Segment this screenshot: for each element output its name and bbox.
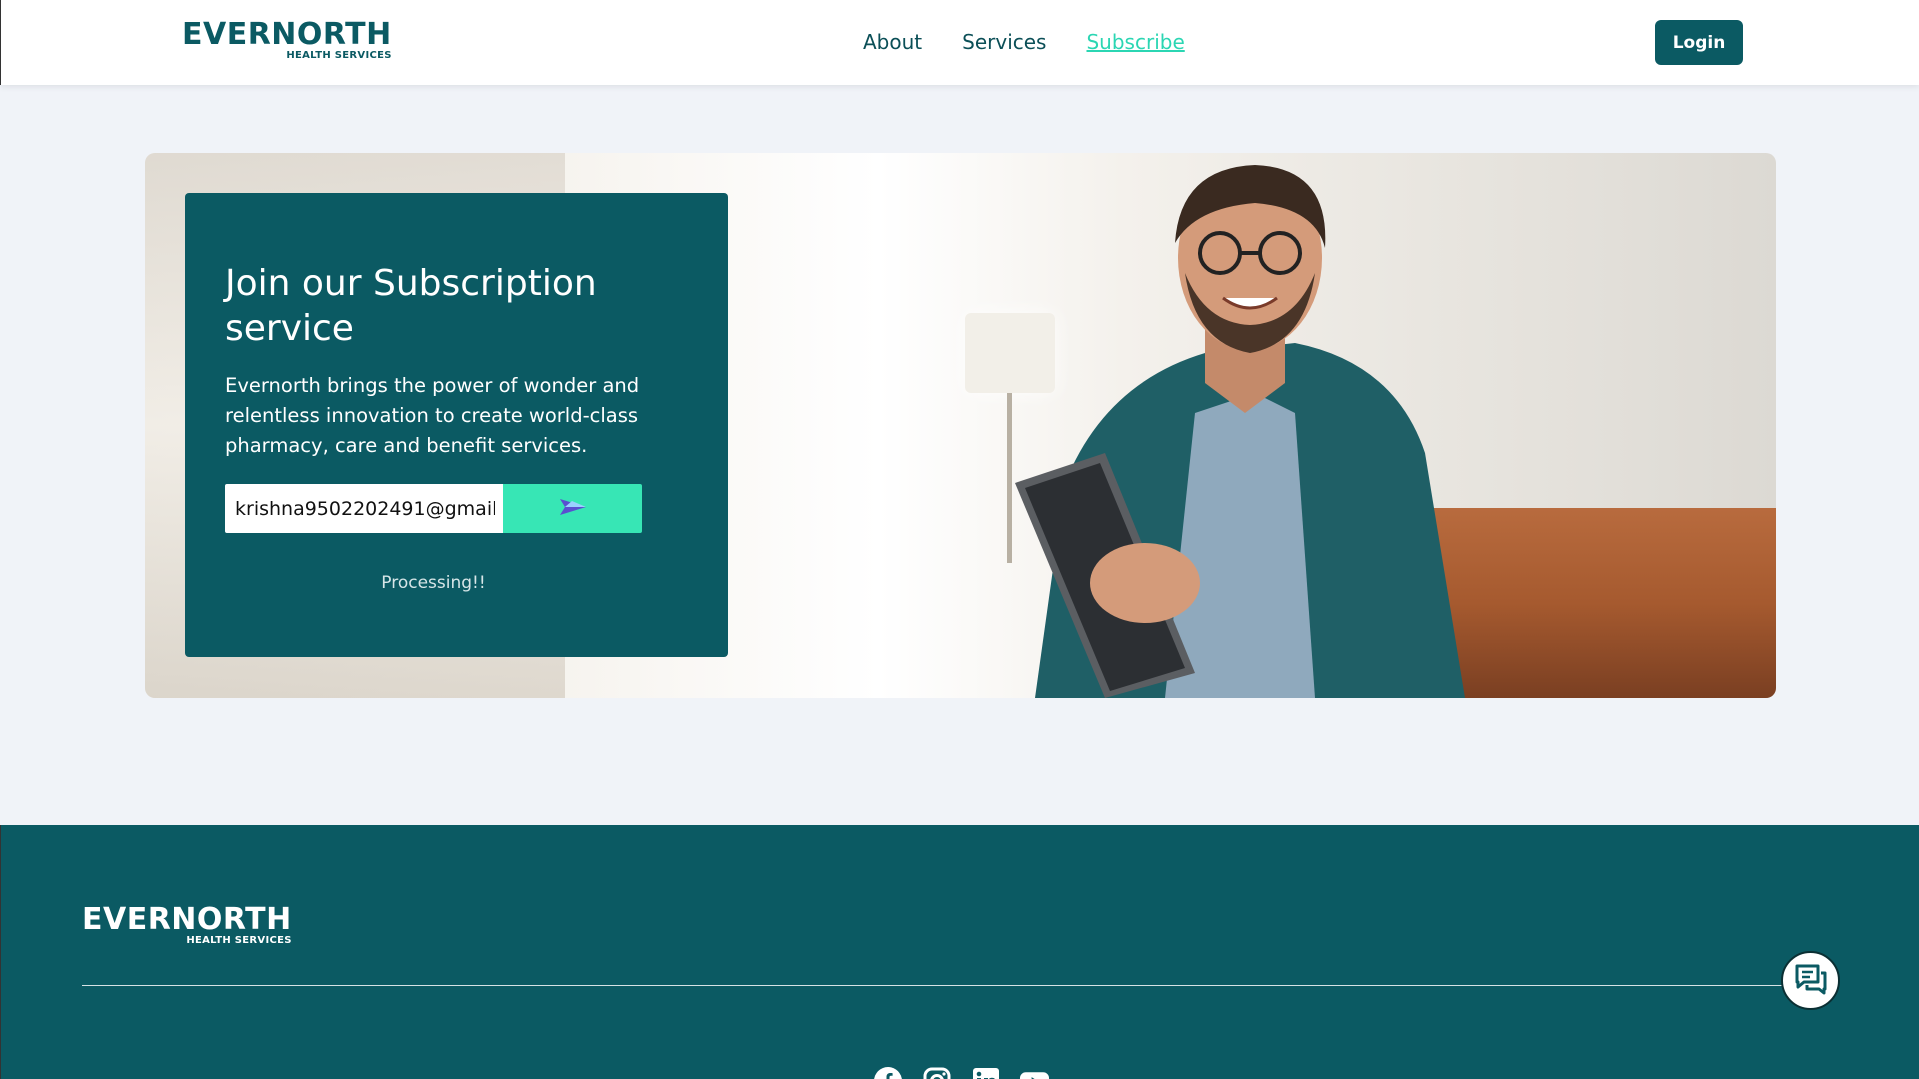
site-header: EVERNORTH HEALTH SERVICES About Services… bbox=[0, 0, 1919, 85]
subscribe-send-button[interactable] bbox=[503, 484, 642, 533]
chat-button[interactable] bbox=[1781, 951, 1840, 1010]
linkedin-icon[interactable] bbox=[970, 1065, 1001, 1079]
facebook-icon[interactable] bbox=[872, 1065, 903, 1079]
nav-services[interactable]: Services bbox=[962, 30, 1046, 54]
login-button[interactable]: Login bbox=[1655, 20, 1743, 65]
processing-status: Processing!! bbox=[381, 573, 486, 593]
main-nav: About Services Subscribe bbox=[863, 30, 1185, 54]
evernorth-logo[interactable]: EVERNORTH HEALTH SERVICES bbox=[182, 17, 392, 62]
hero-person-image bbox=[1015, 165, 1465, 698]
nav-about[interactable]: About bbox=[863, 30, 922, 54]
logo-wordmark: EVERNORTH bbox=[182, 17, 392, 52]
site-footer: EVERNORTH HEALTH SERVICES bbox=[0, 825, 1919, 1079]
subscription-description: Evernorth brings the power of wonder and… bbox=[225, 374, 640, 457]
nav-subscribe[interactable]: Subscribe bbox=[1086, 30, 1184, 54]
chat-icon bbox=[1794, 963, 1828, 999]
footer-logo-wordmark: EVERNORTH bbox=[82, 902, 292, 937]
social-links bbox=[872, 1065, 1050, 1079]
footer-evernorth-logo[interactable]: EVERNORTH HEALTH SERVICES bbox=[82, 902, 292, 947]
subscription-card: Join our Subscription service Evernorth … bbox=[185, 193, 728, 657]
hero-banner: Join our Subscription service Evernorth … bbox=[145, 153, 1776, 698]
youtube-icon[interactable] bbox=[1019, 1065, 1050, 1079]
instagram-icon[interactable] bbox=[921, 1065, 952, 1079]
send-icon bbox=[558, 496, 588, 521]
subscription-title: Join our Subscription service bbox=[225, 263, 597, 349]
email-input[interactable] bbox=[225, 484, 505, 533]
footer-divider bbox=[82, 985, 1782, 986]
logo-subtitle: HEALTH SERVICES bbox=[286, 50, 392, 61]
footer-logo-subtitle: HEALTH SERVICES bbox=[186, 935, 292, 946]
